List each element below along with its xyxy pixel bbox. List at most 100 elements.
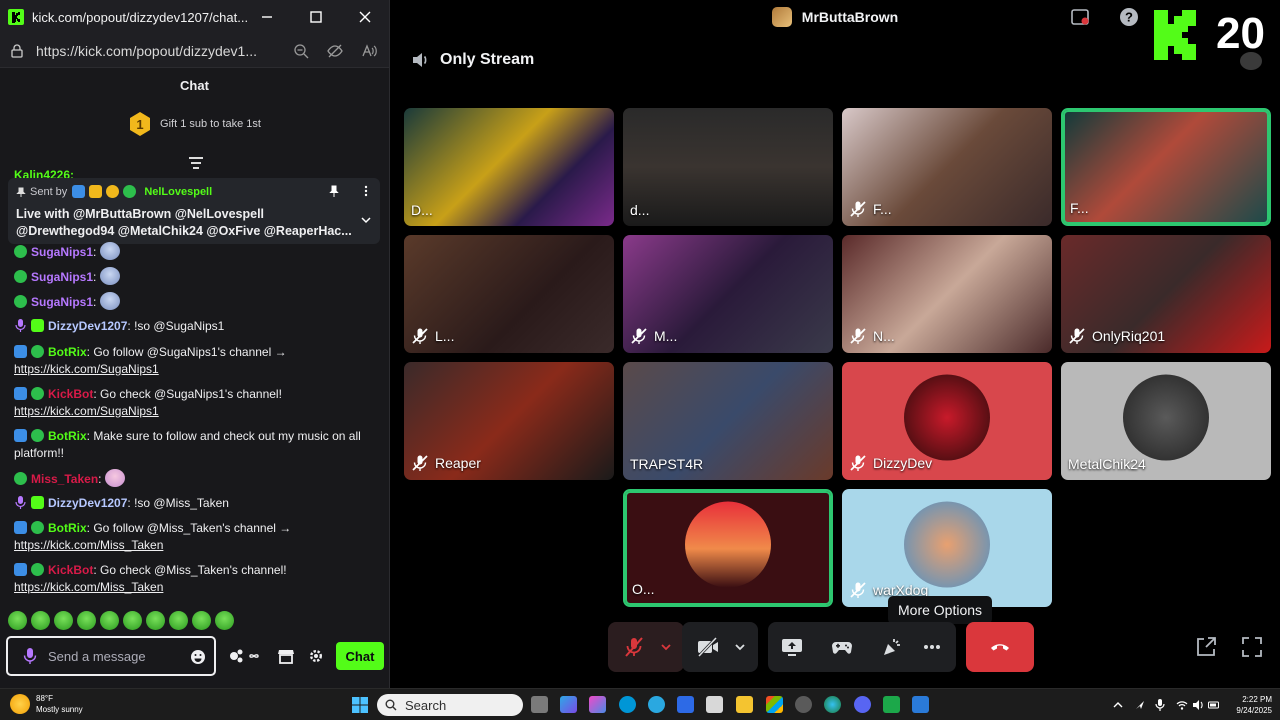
activities-button[interactable] (822, 627, 862, 667)
inbox-icon[interactable] (1070, 7, 1090, 27)
wifi-icon[interactable] (1176, 699, 1188, 711)
more-options-button[interactable] (912, 627, 952, 667)
participant-tile[interactable]: F... (842, 108, 1052, 226)
camera-button[interactable] (688, 627, 728, 667)
chat-filter-icon[interactable] (188, 156, 204, 170)
participant-tile[interactable]: D... (404, 108, 614, 226)
pinned-sender[interactable]: NelLovespell (144, 186, 212, 198)
emote-icon[interactable] (215, 611, 234, 630)
emote-icon[interactable] (8, 611, 27, 630)
participant-tile[interactable]: F... (1061, 108, 1271, 226)
popout-icon[interactable] (1194, 635, 1218, 659)
participant-tile[interactable]: MetalChik24 (1061, 362, 1271, 480)
chat-username[interactable]: KickBot (48, 563, 93, 577)
participant-tile[interactable]: N... (842, 235, 1052, 353)
chat-username[interactable]: KickBot (48, 387, 93, 401)
chat-link[interactable]: https://kick.com/Miss_Taken (14, 538, 163, 552)
zoom-app-icon[interactable] (677, 696, 694, 713)
soundboard-button[interactable] (872, 627, 912, 667)
chat-username[interactable]: BotRix (48, 429, 87, 443)
participant-tile[interactable]: L... (404, 235, 614, 353)
participant-tile[interactable]: Reaper (404, 362, 614, 480)
emote-icon[interactable] (192, 611, 211, 630)
address-bar[interactable]: https://kick.com/popout/dizzydev1... (0, 34, 389, 68)
participant-tile[interactable]: M... (623, 235, 833, 353)
participant-tile[interactable]: O... (623, 489, 833, 607)
emote-icon[interactable] (146, 611, 165, 630)
close-icon[interactable] (356, 8, 374, 26)
fullscreen-icon[interactable] (1240, 635, 1264, 659)
server-icon (771, 7, 792, 27)
kick-chat-window: kick.com/popout/dizzydev1207/chat... htt… (0, 0, 390, 688)
chat-username[interactable]: Miss_Taken (31, 472, 98, 486)
emote-icon[interactable] (169, 611, 188, 630)
taskbar-clock[interactable]: 2:22 PM 9/24/2025 (1222, 694, 1272, 716)
participant-tile[interactable]: DizzyDev (842, 362, 1052, 480)
chat-link[interactable]: https://kick.com/SugaNips1 (14, 404, 159, 418)
edge-browser-icon[interactable] (824, 696, 841, 713)
discord-app-icon[interactable] (854, 696, 871, 713)
chevron-up-icon[interactable] (1112, 699, 1124, 711)
taskbar-search[interactable]: Search (377, 694, 523, 716)
camera-options-button[interactable] (728, 627, 752, 667)
emote-icon[interactable] (100, 611, 119, 630)
volume-icon[interactable] (1192, 699, 1204, 711)
app-icon[interactable] (912, 696, 929, 713)
participant-tile[interactable]: d... (623, 108, 833, 226)
chat-link[interactable]: https://kick.com/SugaNips1 (14, 362, 159, 376)
app-icon[interactable] (883, 696, 900, 713)
participant-tile[interactable]: OnlyRiq201 (1061, 235, 1271, 353)
settings-gear-icon[interactable] (308, 646, 324, 666)
participant-tile[interactable]: TRAPST4R (623, 362, 833, 480)
emote-icon[interactable] (77, 611, 96, 630)
windows-start-icon[interactable] (352, 697, 368, 713)
participant-avatar (904, 501, 990, 588)
chat-input-box[interactable] (6, 636, 216, 676)
help-app-icon[interactable] (648, 696, 665, 713)
weather-widget[interactable]: 88°F Mostly sunny (10, 693, 83, 715)
chat-username[interactable]: BotRix (48, 521, 87, 535)
channel-points-icon[interactable] (228, 646, 248, 666)
emote-icon[interactable] (123, 611, 142, 630)
emoji-icon[interactable] (190, 649, 206, 665)
maximize-icon[interactable] (307, 8, 325, 26)
emote-icon[interactable] (31, 611, 50, 630)
chat-username[interactable]: SugaNips1 (31, 270, 93, 284)
task-view-icon[interactable] (531, 696, 548, 713)
chat-username[interactable]: SugaNips1 (31, 295, 93, 309)
zoom-out-icon[interactable] (293, 43, 309, 59)
mic-options-button[interactable] (654, 627, 678, 667)
url-text[interactable]: https://kick.com/popout/dizzydev1... (36, 43, 257, 59)
chat-username[interactable]: SugaNips1 (31, 245, 93, 259)
chat-send-button[interactable]: Chat (336, 642, 384, 670)
help-icon[interactable]: ? (1119, 7, 1139, 27)
mute-button[interactable] (614, 627, 654, 667)
copilot-icon[interactable] (560, 696, 577, 713)
gift-sub-banner[interactable]: 1 Gift 1 sub to take 1st (0, 102, 389, 146)
hp-icon[interactable] (619, 696, 636, 713)
battery-icon[interactable] (1208, 699, 1220, 711)
quick-emote-bar (8, 611, 238, 633)
chat-username[interactable]: DizzyDev1207 (48, 319, 127, 333)
pin-icon[interactable] (328, 185, 340, 197)
copilot-app-icon[interactable] (589, 696, 606, 713)
chat-link[interactable]: https://kick.com/Miss_Taken (14, 580, 163, 594)
chat-username[interactable]: BotRix (48, 345, 87, 359)
disconnect-button[interactable] (966, 622, 1034, 672)
read-aloud-icon[interactable] (361, 43, 377, 59)
microsoft-store-icon[interactable] (766, 696, 783, 713)
settings-app-icon[interactable] (795, 696, 812, 713)
share-screen-button[interactable] (772, 627, 812, 667)
pinned-more-icon[interactable] (360, 185, 372, 197)
infinity-icon[interactable] (246, 646, 262, 666)
file-explorer-icon[interactable] (736, 696, 753, 713)
chat-username[interactable]: DizzyDev1207 (48, 496, 127, 510)
chevron-down-icon[interactable] (360, 214, 372, 226)
minimize-icon[interactable] (258, 8, 276, 26)
store-app-icon[interactable] (706, 696, 723, 713)
tracking-prevention-icon[interactable] (327, 43, 343, 59)
chat-input[interactable] (48, 648, 178, 664)
participant-tile[interactable]: warXdog (842, 489, 1052, 607)
store-icon[interactable] (276, 646, 296, 666)
emote-icon[interactable] (54, 611, 73, 630)
